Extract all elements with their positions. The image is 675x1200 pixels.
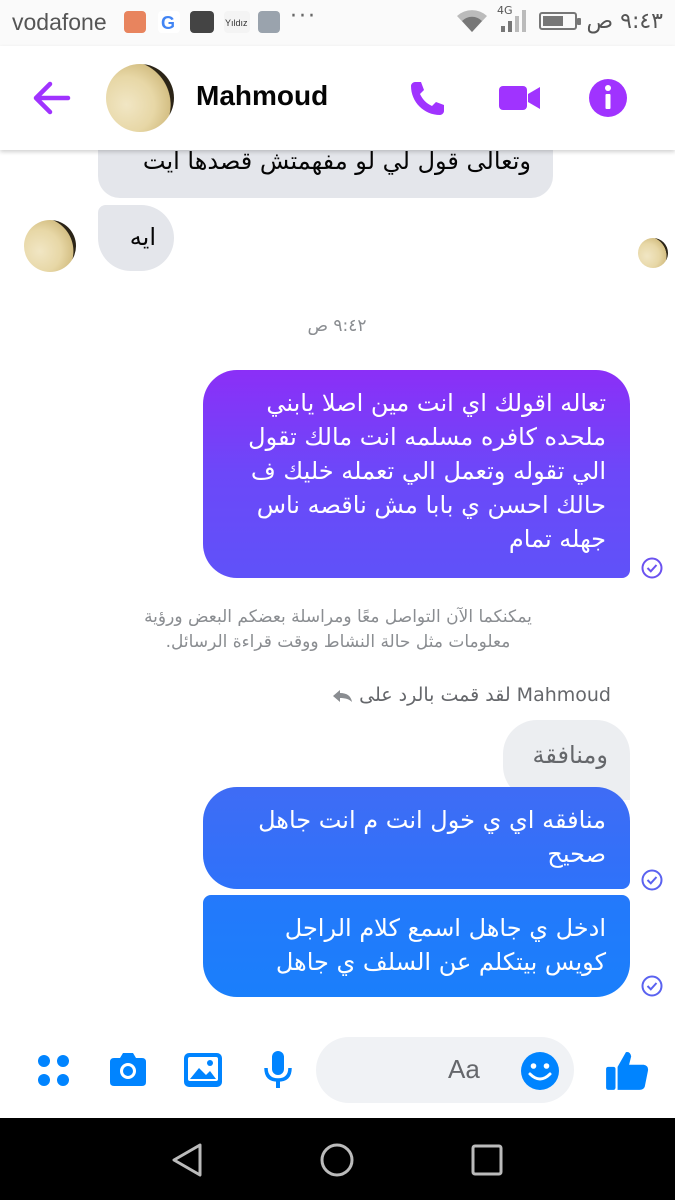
seen-check-icon: [641, 869, 663, 891]
incoming-message[interactable]: ايه: [98, 205, 174, 271]
phone-icon[interactable]: [406, 76, 450, 120]
svg-text:Yıldız: Yıldız: [225, 18, 248, 28]
reply-indicator: Mahmoud لقد قمت بالرد على: [326, 684, 611, 706]
info-icon[interactable]: [586, 76, 630, 120]
seen-check-icon: [641, 557, 663, 579]
contact-avatar[interactable]: [106, 64, 174, 132]
photo-app-icon: [190, 11, 214, 33]
clock: ٩:٤٣ ص: [586, 8, 663, 34]
incoming-message[interactable]: وتعالى قول لي لو مفهمتش قصدها ايت: [98, 150, 553, 198]
system-navigation-bar: [0, 1118, 675, 1200]
message-placeholder: Aa: [448, 1054, 480, 1084]
microphone-icon[interactable]: [256, 1048, 300, 1092]
gallery-icon[interactable]: [181, 1048, 225, 1092]
outgoing-message[interactable]: منافقه اي ي خول انت م انت جاهل صحيح: [203, 787, 630, 889]
menu-dots-icon[interactable]: [32, 1048, 76, 1092]
signal-icon: [500, 10, 526, 32]
message-list[interactable]: وتعالى قول لي لو مفهمتش قصدها ايت ايه ٩:…: [0, 150, 675, 1030]
seen-check-icon: [641, 975, 663, 997]
yildiz-app-icon: Yıldız: [224, 11, 250, 33]
like-icon[interactable]: [604, 1048, 650, 1094]
reply-arrow-icon: [333, 689, 353, 702]
outgoing-message[interactable]: ادخل ي جاهل اسمع كلام الراجل كويس بيتكلم…: [203, 895, 630, 997]
message-composer: Aa: [0, 1030, 675, 1118]
home-circle-icon[interactable]: [317, 1140, 357, 1180]
email-icon: [124, 11, 146, 33]
svg-text:G: G: [161, 13, 175, 33]
system-notice: يمكنكما الآن التواصل معًا ومراسلة بعضكم …: [144, 607, 532, 652]
read-receipt-avatar: [638, 238, 668, 268]
carrier-label: vodafone: [12, 9, 107, 35]
chat-header: Mahmoud: [0, 46, 675, 150]
contact-name[interactable]: Mahmoud: [196, 80, 328, 112]
battery-icon: [538, 12, 581, 30]
reply-name: Mahmoud: [516, 684, 611, 706]
recents-square-icon[interactable]: [467, 1140, 507, 1180]
reply-text: لقد قمت بالرد على: [359, 684, 511, 706]
message-timestamp: ٩:٤٢ ص: [307, 316, 367, 336]
gallery-icon: [258, 11, 280, 33]
camera-icon[interactable]: [106, 1048, 150, 1092]
contact-avatar-small[interactable]: [24, 220, 76, 272]
more-notifications-icon: ···: [290, 4, 317, 29]
video-icon[interactable]: [496, 76, 542, 120]
outgoing-message[interactable]: تعاله اقولك اي انت مين اصلا يابني ملحده …: [203, 370, 630, 578]
google-icon: G: [158, 11, 180, 33]
back-arrow-icon[interactable]: [30, 78, 72, 118]
emoji-icon[interactable]: [518, 1049, 562, 1093]
status-bar: vodafone G Yıldız ··· 4G ٩:٤٣ ص: [0, 0, 675, 46]
wifi-icon: [456, 10, 487, 32]
back-triangle-icon[interactable]: [168, 1140, 208, 1180]
